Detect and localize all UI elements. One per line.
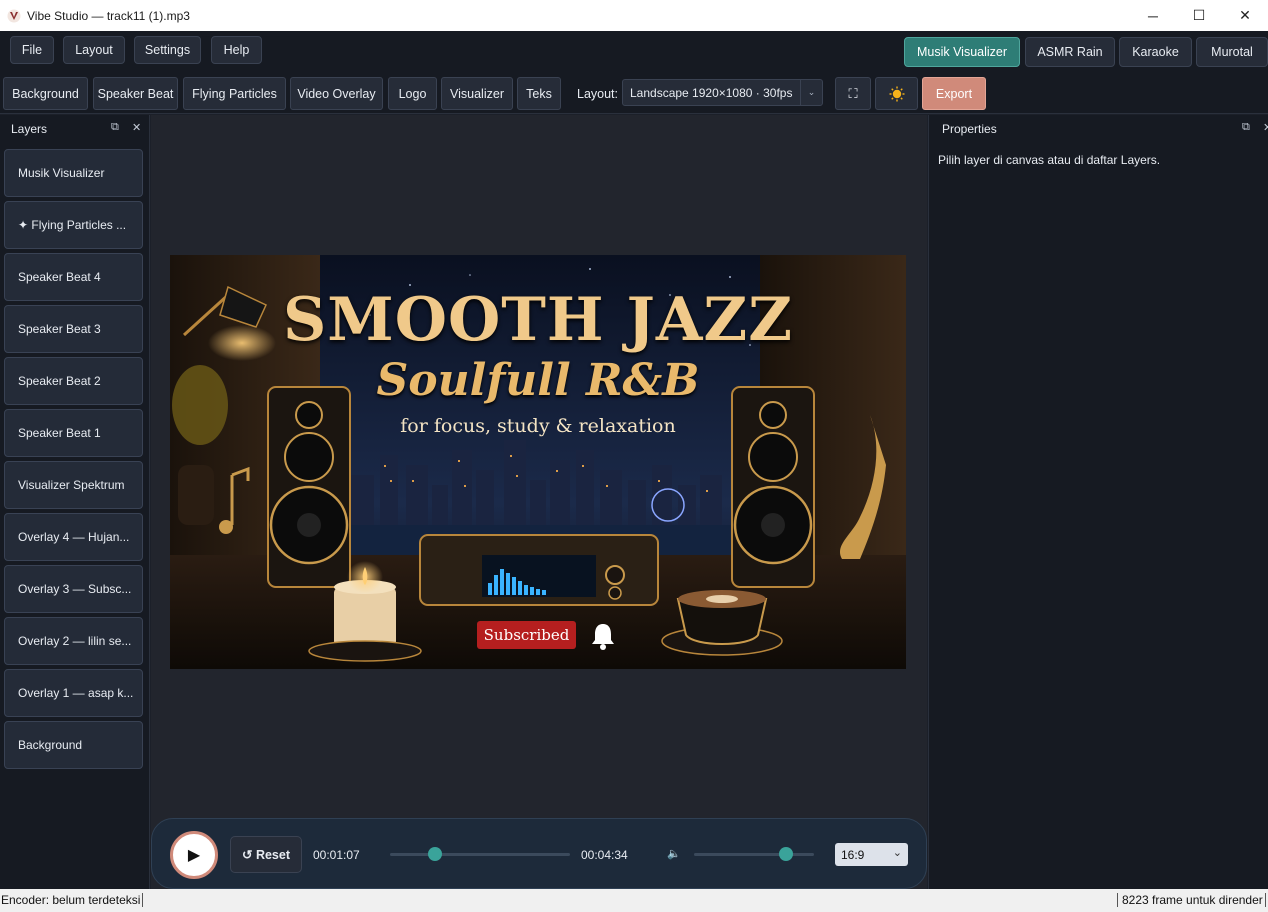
- window-title: Vibe Studio — track11 (1).mp3: [27, 8, 190, 23]
- layers-panel: Layers ⧉ ✕ Musik Visualizer ✦ Flying Par…: [0, 115, 150, 889]
- menu-help[interactable]: Help: [211, 36, 262, 64]
- layer-item[interactable]: Overlay 2 — lilin se...: [4, 617, 143, 665]
- maximize-button[interactable]: ☐: [1176, 0, 1222, 31]
- aspect-ratio-select[interactable]: 16:9 ⌄: [835, 843, 908, 866]
- canvas-title-line1: SMOOTH JAZZ: [282, 285, 794, 355]
- volume-slider-thumb[interactable]: [779, 847, 794, 861]
- total-time: 00:04:34: [581, 848, 628, 862]
- add-speaker-beat-button[interactable]: Speaker Beat: [93, 77, 178, 110]
- transport-bar: ▶ ↺ Reset 00:01:07 00:04:34 🔈 16:9 ⌄: [151, 818, 927, 889]
- volume-icon[interactable]: 🔈: [667, 847, 681, 860]
- layer-toolbar: Background Speaker Beat Flying Particles…: [0, 72, 1268, 114]
- sun-icon: [889, 86, 904, 101]
- layer-item[interactable]: Overlay 3 — Subsc...: [4, 565, 143, 613]
- close-panel-icon[interactable]: ✕: [132, 121, 141, 134]
- status-frames: 8223 frame untuk dirender: [1117, 893, 1266, 907]
- layer-item[interactable]: Speaker Beat 1: [4, 409, 143, 457]
- add-visualizer-button[interactable]: Visualizer: [441, 77, 513, 110]
- add-text-button[interactable]: Teks: [517, 77, 561, 110]
- bell-icon: [592, 624, 614, 650]
- volume-slider[interactable]: [694, 853, 814, 856]
- properties-panel-title: Properties: [942, 121, 997, 136]
- layers-panel-header: Layers ⧉ ✕: [0, 115, 149, 142]
- layer-item[interactable]: Speaker Beat 2: [4, 357, 143, 405]
- mode-musik-visualizer[interactable]: Musik Visualizer: [904, 37, 1020, 67]
- layer-item[interactable]: Visualizer Spektrum: [4, 461, 143, 509]
- current-time: 00:01:07: [313, 848, 360, 862]
- properties-hint: Pilih layer di canvas atau di daftar Lay…: [938, 153, 1161, 167]
- seek-slider-thumb[interactable]: [428, 847, 442, 861]
- subscribe-badge: Subscribed: [477, 621, 576, 649]
- mode-asmr-rain[interactable]: ASMR Rain: [1025, 37, 1115, 67]
- mode-murotal[interactable]: Murotal: [1196, 37, 1268, 67]
- layout-select[interactable]: Landscape 1920×1080 · 30fps ⌄: [622, 79, 823, 106]
- close-window-button[interactable]: ✕: [1222, 0, 1268, 31]
- layer-item[interactable]: ✦ Flying Particles ...: [4, 201, 143, 249]
- window-titlebar: Vibe Studio — track11 (1).mp3 ─ ☐ ✕: [0, 0, 1268, 31]
- menu-bar: File Layout Settings Help Musik Visualiz…: [0, 31, 1268, 72]
- properties-panel-header: Properties ⧉ ✕: [929, 115, 1268, 142]
- layers-panel-title: Layers: [11, 121, 48, 136]
- layer-item[interactable]: Speaker Beat 4: [4, 253, 143, 301]
- menu-settings[interactable]: Settings: [134, 36, 201, 64]
- minimize-button[interactable]: ─: [1130, 0, 1176, 31]
- chevron-down-icon: ⌄: [892, 847, 902, 859]
- add-video-overlay-button[interactable]: Video Overlay: [290, 77, 383, 110]
- close-panel-icon[interactable]: ✕: [1263, 121, 1268, 134]
- layer-item[interactable]: Overlay 1 — asap k...: [4, 669, 143, 717]
- reset-button[interactable]: ↺ Reset: [230, 836, 302, 873]
- transport-area: ▶ ↺ Reset 00:01:07 00:04:34 🔈 16:9 ⌄: [151, 812, 927, 889]
- export-button[interactable]: Export: [922, 77, 986, 110]
- aspect-ratio-value: 16:9: [841, 847, 865, 862]
- add-logo-button[interactable]: Logo: [388, 77, 437, 110]
- play-button[interactable]: ▶: [170, 831, 218, 879]
- layout-label: Layout:: [577, 86, 619, 101]
- preview-canvas[interactable]: SMOOTH JAZZ Soulfull R&B for focus, stud…: [170, 255, 906, 669]
- layer-item[interactable]: Overlay 4 — Hujan...: [4, 513, 143, 561]
- status-encoder: Encoder: belum terdeteksi: [1, 893, 144, 907]
- menu-layout[interactable]: Layout: [63, 36, 125, 64]
- canvas-area: SMOOTH JAZZ Soulfull R&B for focus, stud…: [151, 115, 927, 812]
- layer-item[interactable]: Background: [4, 721, 143, 769]
- mode-karaoke[interactable]: Karaoke: [1119, 37, 1192, 67]
- fullscreen-icon: ⛶: [848, 85, 858, 101]
- canvas-subtitle: for focus, study & relaxation: [400, 415, 676, 437]
- play-icon: ▶: [187, 847, 201, 864]
- status-bar: Encoder: belum terdeteksi 8223 frame unt…: [0, 889, 1268, 912]
- float-panel-icon[interactable]: ⧉: [111, 121, 119, 134]
- layout-select-value: Landscape 1920×1080 · 30fps: [630, 85, 793, 100]
- chevron-down-icon: ⌄: [800, 80, 822, 105]
- app-logo-icon: [7, 9, 21, 22]
- layer-item[interactable]: Speaker Beat 3: [4, 305, 143, 353]
- canvas-title-line2: Soulfull R&B: [376, 355, 700, 406]
- seek-slider[interactable]: [390, 853, 570, 856]
- add-flying-particles-button[interactable]: Flying Particles: [183, 77, 286, 110]
- add-background-button[interactable]: Background: [3, 77, 88, 110]
- theme-toggle-button[interactable]: [875, 77, 918, 110]
- float-panel-icon[interactable]: ⧉: [1242, 121, 1250, 134]
- fullscreen-button[interactable]: ⛶: [835, 77, 871, 110]
- menu-file[interactable]: File: [10, 36, 54, 64]
- layer-item[interactable]: Musik Visualizer: [4, 149, 143, 197]
- properties-panel: Properties ⧉ ✕ Pilih layer di canvas ata…: [928, 115, 1268, 889]
